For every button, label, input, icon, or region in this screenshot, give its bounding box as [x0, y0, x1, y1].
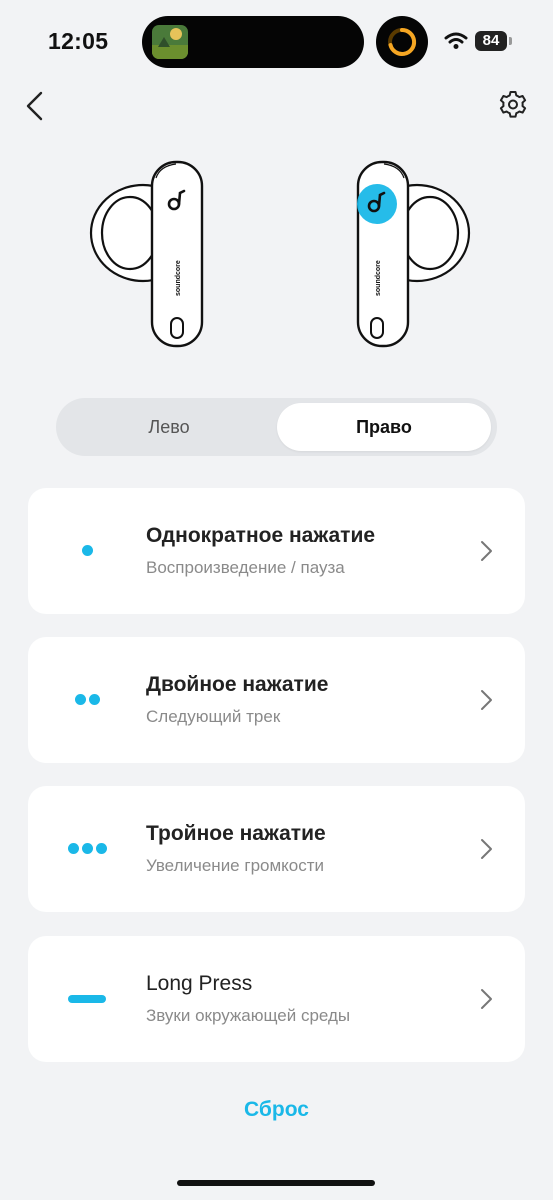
control-card-triple-tap[interactable]: Тройное нажатие Увеличение громкости	[28, 786, 525, 912]
home-indicator[interactable]	[177, 1180, 375, 1186]
chevron-right-icon	[481, 839, 492, 859]
activity-bubble[interactable]	[376, 16, 428, 68]
earbuds-illustration: soundcore soundcore	[80, 148, 480, 358]
right-earbud[interactable]: soundcore	[356, 160, 471, 348]
battery-icon: 84	[475, 31, 507, 51]
control-action: Увеличение громкости	[146, 856, 325, 875]
control-action: Следующий трек	[146, 707, 281, 726]
double-dot-icon	[68, 694, 108, 706]
control-title: Тройное нажатие	[146, 822, 326, 845]
triple-dot-icon	[68, 843, 108, 855]
control-card-long-press[interactable]: Long Press Звуки окружающей среды	[28, 936, 525, 1062]
control-card-single-tap[interactable]: Однократное нажатие Воспроизведение / па…	[28, 488, 525, 614]
activity-ring-icon	[388, 27, 417, 56]
now-playing-artwork-icon	[152, 25, 188, 59]
back-button[interactable]	[20, 86, 60, 126]
control-card-double-tap[interactable]: Двойное нажатие Следующий трек	[28, 637, 525, 763]
chevron-left-icon	[26, 91, 43, 121]
touch-area-highlight	[357, 184, 397, 224]
earbud-brand-text: soundcore	[375, 260, 382, 296]
battery-tip	[509, 37, 512, 45]
dynamic-island[interactable]	[142, 16, 364, 68]
wifi-icon	[444, 32, 468, 49]
reset-button[interactable]: Сброс	[0, 1098, 553, 1122]
chevron-right-icon	[481, 989, 492, 1009]
gear-icon	[499, 91, 527, 118]
tab-left[interactable]: Лево	[62, 403, 276, 451]
earbud-brand-text: soundcore	[175, 260, 182, 296]
chevron-right-icon	[481, 541, 492, 561]
control-action: Звуки окружающей среды	[146, 1006, 351, 1025]
side-selector: Лево Право	[56, 398, 497, 456]
status-time: 12:05	[48, 28, 109, 54]
left-earbud[interactable]: soundcore	[89, 160, 204, 348]
chevron-right-icon	[481, 690, 492, 710]
control-action: Воспроизведение / пауза	[146, 558, 345, 577]
settings-button[interactable]	[493, 86, 533, 126]
control-title: Двойное нажатие	[146, 673, 329, 696]
dash-icon	[68, 993, 108, 1005]
control-title: Однократное нажатие	[146, 524, 376, 547]
single-dot-icon	[68, 545, 93, 557]
tab-right[interactable]: Право	[277, 403, 491, 451]
status-bar: 12:05 84	[0, 0, 553, 80]
control-title: Long Press	[146, 972, 253, 995]
